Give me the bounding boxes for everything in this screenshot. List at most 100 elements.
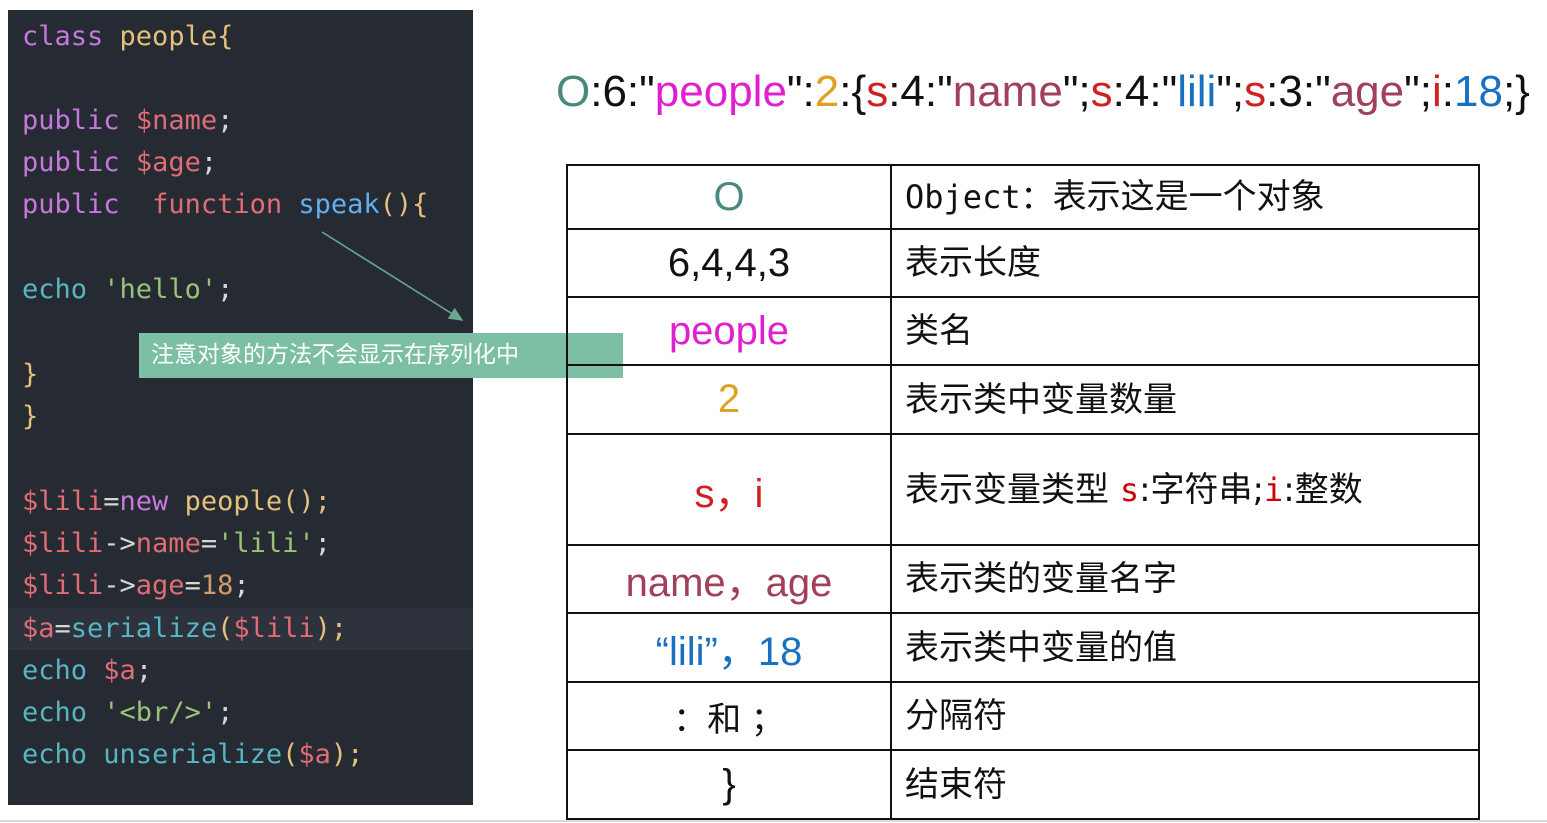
punctuation: ; xyxy=(217,105,234,136)
symbol-cell: “lili”，18 xyxy=(566,612,892,683)
desc-text: 表示变量类型 xyxy=(905,469,1109,510)
property: name xyxy=(135,528,201,559)
string: 'hello' xyxy=(103,274,218,305)
variable: $a xyxy=(298,739,331,770)
type-i: i xyxy=(1264,470,1284,509)
type-s: s xyxy=(1119,470,1140,509)
divider xyxy=(0,820,1547,822)
brace: { xyxy=(217,21,234,52)
description-cell: 分隔符 xyxy=(890,681,1480,751)
punctuation: ; xyxy=(200,147,218,178)
operator: -> xyxy=(103,570,136,601)
table-row: “lili”，18 表示类中变量的值 xyxy=(566,612,1480,683)
brace: (){ xyxy=(379,189,429,220)
code-line: echo '<br/>'; xyxy=(8,692,473,734)
legend-table: O Object：表示这是一个对象 6,4,4,3 表示长度 people 类名… xyxy=(566,164,1480,820)
variable: $name xyxy=(135,105,218,136)
table-row: name，age 表示类的变量名字 xyxy=(566,544,1480,614)
keyword: function xyxy=(152,189,283,220)
brace: } xyxy=(22,401,39,432)
variable: $a xyxy=(103,655,136,686)
description-cell: 表示类的变量名字 xyxy=(890,544,1480,614)
desc-prefix: Object： xyxy=(905,178,1053,216)
symbol-cell: s，i xyxy=(566,433,892,546)
description-cell: Object：表示这是一个对象 xyxy=(890,164,1480,230)
table-row: ：和 ； 分隔符 xyxy=(566,681,1480,751)
variable: $lili xyxy=(22,570,104,601)
brace: } xyxy=(22,359,39,390)
token-type: i xyxy=(1431,67,1442,116)
description-cell: 表示类中变量数量 xyxy=(890,364,1480,435)
token-object: O xyxy=(556,67,591,116)
number: 18 xyxy=(200,570,234,601)
keyword: echo xyxy=(22,739,88,770)
annotation-callout: 注意对象的方法不会显示在序列化中 xyxy=(139,333,623,378)
variable: $lili xyxy=(233,613,315,644)
operator: = xyxy=(54,613,71,644)
keyword: echo xyxy=(22,697,88,728)
operator: = xyxy=(103,486,120,517)
symbol-cell: } xyxy=(566,749,892,820)
description-cell: 表示长度 xyxy=(890,228,1480,298)
punctuation: ; xyxy=(217,274,234,305)
keyword: echo xyxy=(22,655,88,686)
token-quote: " xyxy=(786,67,803,116)
keyword: public xyxy=(22,147,120,178)
function-name: speak xyxy=(298,189,380,220)
keyword: class xyxy=(22,21,104,52)
token-sep: :{ xyxy=(839,67,867,116)
token-varname: age xyxy=(1330,67,1405,116)
punctuation: ( xyxy=(282,739,299,770)
description-cell: 结束符 xyxy=(890,749,1480,820)
symbol-cell: people xyxy=(566,296,892,366)
token-classname: people xyxy=(654,67,787,116)
code-line-highlighted: $a=serialize($lili); xyxy=(8,608,473,650)
description-cell: 类名 xyxy=(890,296,1480,366)
punctuation: ; xyxy=(233,570,250,601)
punctuation: (); xyxy=(282,486,331,517)
operator: -> xyxy=(103,528,136,559)
code-line: public function speak(){ xyxy=(8,184,473,226)
code-line: class people{ xyxy=(8,16,473,58)
operator: = xyxy=(200,528,218,559)
token-type: s xyxy=(1090,67,1113,116)
code-line: $lili->age=18; xyxy=(8,565,473,607)
punctuation: ; xyxy=(217,697,234,728)
class-name: people xyxy=(184,486,283,517)
token-value: lili xyxy=(1177,67,1217,116)
property: age xyxy=(135,570,185,601)
keyword: echo xyxy=(22,274,88,305)
code-line: echo $a; xyxy=(8,650,473,692)
punctuation: ( xyxy=(217,613,234,644)
table-row: } 结束符 xyxy=(566,749,1480,820)
keyword: public xyxy=(22,105,120,136)
token-sep: :6: xyxy=(590,67,640,116)
token-sep: :4:" xyxy=(1112,67,1178,116)
code-line: echo 'hello'; xyxy=(8,269,473,311)
token-sep: "; xyxy=(1062,67,1091,116)
token-sep: "; xyxy=(1216,67,1245,116)
string: 'lili' xyxy=(217,528,315,559)
token-sep: : xyxy=(1441,67,1454,116)
function-name: unserialize xyxy=(103,739,283,770)
table-row: 2 表示类中变量数量 xyxy=(566,364,1480,435)
code-line: $lili->name='lili'; xyxy=(8,523,473,565)
token-sep: ;} xyxy=(1502,67,1530,116)
token-type: s xyxy=(866,67,889,116)
function-name: serialize xyxy=(70,613,218,644)
table-row: people 类名 xyxy=(566,296,1480,366)
token-sep: :4:" xyxy=(888,67,953,116)
keyword: public xyxy=(22,189,120,220)
token-quote: " xyxy=(639,67,655,116)
code-panel: class people{ public $name; public $age;… xyxy=(8,10,473,805)
table-row: 6,4,4,3 表示长度 xyxy=(566,228,1480,298)
code-line: public $age; xyxy=(8,142,473,184)
token-varname: name xyxy=(952,67,1063,116)
type-i-desc: :整数 xyxy=(1283,469,1363,510)
table-row: s，i 表示变量类型 s:字符串;i:整数 xyxy=(566,433,1480,546)
code-line: public $name; xyxy=(8,100,473,142)
symbol-cell: name，age xyxy=(566,544,892,614)
string: '<br/>' xyxy=(103,697,218,728)
serialized-string: O:6:"people":2:{s:4:"name";s:4:"lili";s:… xyxy=(556,62,1541,122)
variable: $a xyxy=(22,613,55,644)
